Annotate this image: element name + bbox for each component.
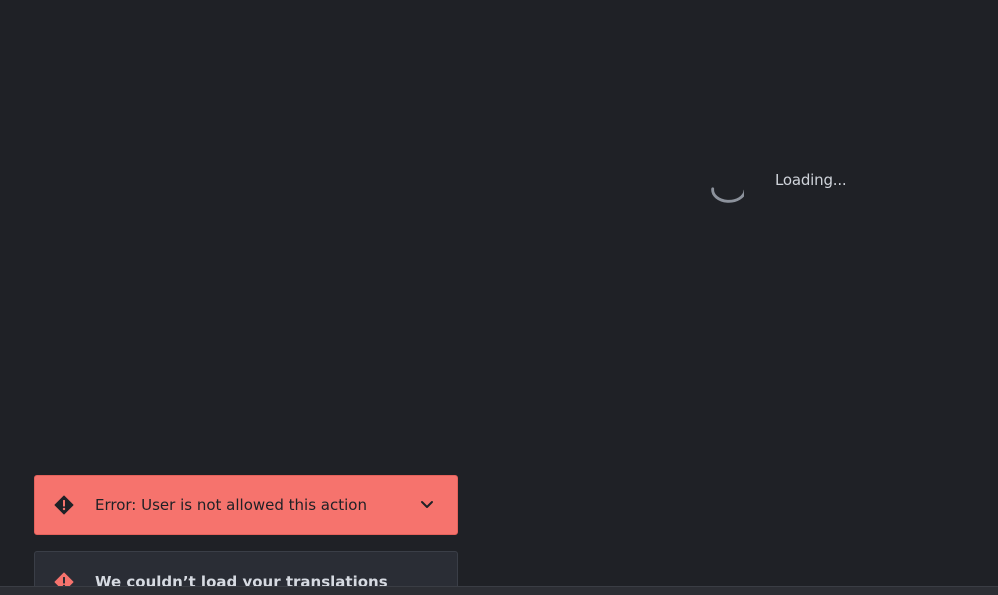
app-root: Loading... Error: User is not allowed th…: [0, 0, 998, 595]
loading-indicator: Loading...: [708, 164, 847, 204]
loading-text: Loading...: [775, 171, 847, 189]
error-toast[interactable]: Error: User is not allowed this action: [34, 475, 458, 535]
alert-diamond-icon: [54, 495, 74, 515]
expand-toast-button[interactable]: [417, 495, 437, 515]
error-toast-message: Error: User is not allowed this action: [95, 496, 367, 514]
bottom-bar: [0, 586, 998, 595]
spinner-icon: [708, 164, 744, 204]
chevron-down-icon: [421, 501, 433, 508]
